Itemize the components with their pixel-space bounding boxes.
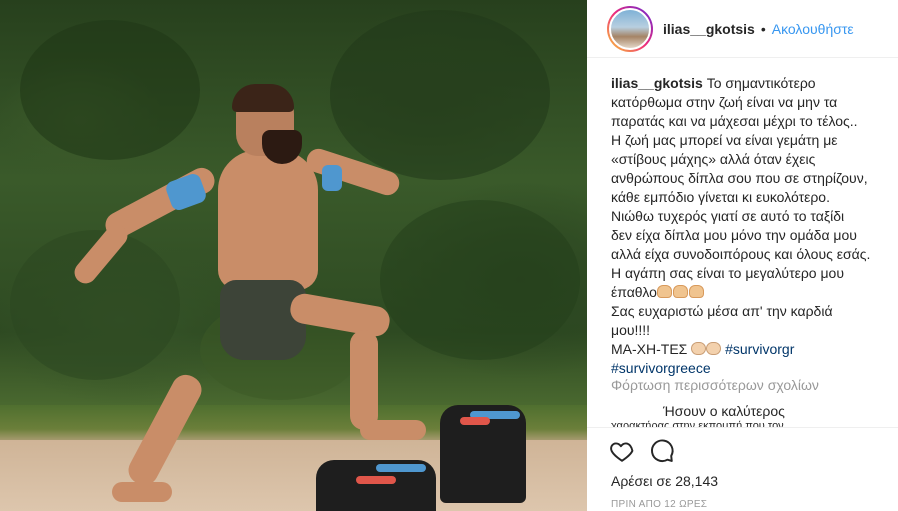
- caption-line: Η αγάπη σας είναι το μεγαλύτερο μου: [611, 265, 844, 281]
- caption-line: έπαθλο: [611, 284, 657, 300]
- header-username[interactable]: ilias__gkotsis: [663, 21, 755, 37]
- hashtag-link[interactable]: #survivorgr: [725, 341, 794, 357]
- caption-line: ΜΑ-ΧΗ-ΤΕΣ: [611, 341, 688, 357]
- follow-button[interactable]: Ακολουθήστε: [772, 21, 854, 37]
- caption-line: κατόρθωμα στην ζωή είναι να μην τα: [611, 94, 838, 110]
- caption-line: αλλά είχα συνοδοιπόρους και όλους εσάς.: [611, 246, 871, 262]
- post-actions: Αρέσει σε 28,143 ΠΡΙΝ ΑΠΟ 12 ΩΡΕΣ: [587, 427, 898, 511]
- flexed-biceps-icon: [656, 285, 672, 298]
- post-caption: ilias__gkotsis Το σημαντικότερο κατόρθωμ…: [611, 74, 893, 378]
- caption-line: κάθε εμπόδιο γίνεται κι ευκολότερο.: [611, 189, 830, 205]
- foliage: [330, 10, 550, 180]
- caption-line: δεν είχα δίπλα μου μόνο την ομάδα μου: [611, 227, 857, 243]
- comment-text: Ήσουν ο καλύτερος: [663, 403, 785, 419]
- obstacle-barrel: [316, 460, 436, 511]
- caption-line: Νιώθω τυχερός γιατί σε αυτό το ταξίδι: [611, 208, 845, 224]
- heart-icon[interactable]: [609, 438, 635, 464]
- hashtag-link[interactable]: #survivorgreece: [611, 360, 711, 376]
- post-header: ilias__gkotsis • Ακολουθήστε: [587, 0, 898, 58]
- speech-bubble-icon[interactable]: [649, 438, 675, 464]
- fist-bump-icon: [691, 342, 707, 355]
- armband: [322, 165, 342, 191]
- athlete-shorts: [220, 280, 306, 360]
- athlete-torso: [218, 150, 318, 290]
- athlete-hair: [232, 84, 294, 112]
- fist-bump-icon: [706, 342, 722, 355]
- caption-username[interactable]: ilias__gkotsis: [611, 75, 703, 91]
- post-timestamp: ΠΡΙΝ ΑΠΟ 12 ΩΡΕΣ: [611, 499, 708, 510]
- caption-line: μου!!!!: [611, 322, 651, 338]
- separator-dot: •: [760, 20, 766, 37]
- caption-line: Το σημαντικότερο: [706, 75, 816, 91]
- avatar[interactable]: [607, 5, 653, 52]
- caption-line: Σας ευχαριστώ μέσα απ' την καρδιά: [611, 303, 833, 319]
- caption-line: Η ζωή μας μπορεί να είναι γεμάτη με: [611, 132, 838, 148]
- flexed-biceps-icon: [672, 285, 688, 298]
- athlete-foot: [360, 420, 426, 440]
- post-photo[interactable]: [0, 0, 587, 511]
- flexed-biceps-icon: [688, 285, 704, 298]
- post-side-panel: ilias__gkotsis • Ακολουθήστε ilias__gkot…: [587, 0, 898, 511]
- caption-line: παρατάς και να μάχεσαι μέχρι το τέλος..: [611, 113, 858, 129]
- obstacle-barrel: [440, 405, 526, 503]
- load-more-comments[interactable]: Φόρτωση περισσότερων σχολίων: [611, 377, 819, 393]
- caption-line: «στίβους μάχης» αλλά όταν έχεις: [611, 151, 816, 167]
- athlete-foot: [112, 482, 172, 502]
- athlete-front-shin: [350, 330, 378, 430]
- foliage: [20, 20, 200, 160]
- foliage: [380, 200, 580, 360]
- likes-count[interactable]: Αρέσει σε 28,143: [611, 473, 718, 489]
- caption-line: ανθρώπους δίπλα σου που σε στηρίζουν,: [611, 170, 868, 186]
